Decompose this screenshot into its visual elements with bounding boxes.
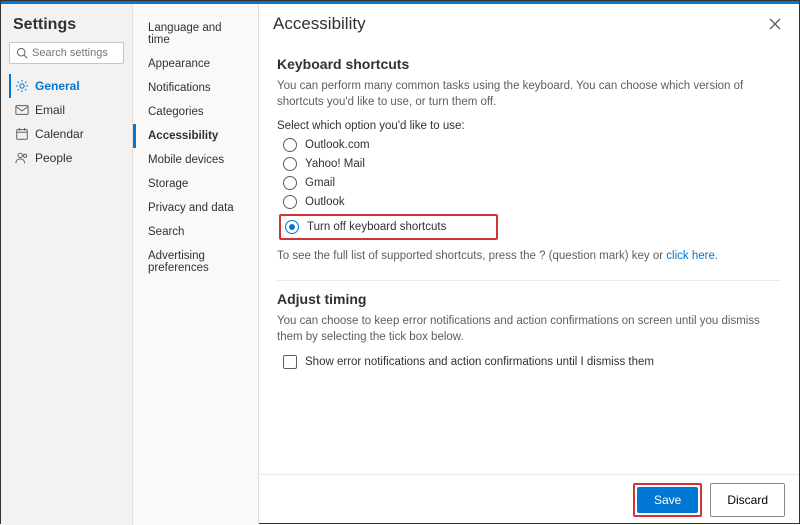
subnav-notifications[interactable]: Notifications (133, 76, 258, 100)
help-pre: To see the full list of supported shortc… (277, 250, 666, 262)
discard-button[interactable]: Discard (710, 483, 785, 517)
subnav-language-time[interactable]: Language and time (133, 16, 258, 52)
nav-people[interactable]: People (9, 146, 124, 170)
close-icon (769, 18, 781, 30)
panel-footer: Save Discard (259, 474, 799, 525)
settings-sidebar-primary: Settings General Email Calendar People (1, 4, 133, 525)
subnav-accessibility[interactable]: Accessibility (133, 124, 258, 148)
radio-icon (283, 157, 297, 171)
help-link[interactable]: click here (666, 250, 715, 262)
subnav-privacy-data[interactable]: Privacy and data (133, 196, 258, 220)
radio-yahoo[interactable]: Yahoo! Mail (283, 157, 781, 171)
radio-outlook-com[interactable]: Outlook.com (283, 138, 781, 152)
subnav-advertising[interactable]: Advertising preferences (133, 244, 258, 280)
radio-turn-off[interactable]: Turn off keyboard shortcuts (285, 220, 446, 234)
settings-title: Settings (13, 16, 124, 34)
subnav-mobile-devices[interactable]: Mobile devices (133, 148, 258, 172)
radio-icon (283, 138, 297, 152)
timing-checkbox-row[interactable]: Show error notifications and action conf… (283, 355, 781, 369)
panel-header: Accessibility (259, 4, 799, 40)
radio-icon (283, 176, 297, 190)
nav-label: General (35, 79, 80, 93)
subnav-search[interactable]: Search (133, 220, 258, 244)
radio-outlook[interactable]: Outlook (283, 195, 781, 209)
shortcuts-desc: You can perform many common tasks using … (277, 78, 781, 110)
shortcuts-select-label: Select which option you'd like to use: (277, 120, 781, 132)
search-icon (16, 47, 28, 59)
nav-general[interactable]: General (9, 74, 124, 98)
subnav-categories[interactable]: Categories (133, 100, 258, 124)
radio-label: Outlook (305, 196, 345, 208)
shortcuts-heading: Keyboard shortcuts (277, 56, 781, 72)
settings-panel: Accessibility Keyboard shortcuts You can… (259, 4, 799, 525)
mail-icon (15, 103, 29, 117)
radio-label: Gmail (305, 177, 335, 189)
settings-container: Settings General Email Calendar People L… (1, 4, 799, 525)
search-settings-input[interactable] (9, 42, 124, 64)
subnav-appearance[interactable]: Appearance (133, 52, 258, 76)
subnav-storage[interactable]: Storage (133, 172, 258, 196)
nav-label: Email (35, 103, 65, 117)
panel-body: Keyboard shortcuts You can perform many … (259, 40, 799, 474)
gear-icon (15, 79, 29, 93)
save-button[interactable]: Save (637, 487, 698, 513)
save-highlight: Save (633, 483, 702, 517)
radio-label: Turn off keyboard shortcuts (307, 221, 446, 233)
timing-desc: You can choose to keep error notificatio… (277, 313, 781, 345)
nav-label: People (35, 151, 72, 165)
help-post: . (715, 250, 718, 262)
close-button[interactable] (765, 14, 785, 34)
checkbox-icon (283, 355, 297, 369)
people-icon (15, 151, 29, 165)
timing-heading: Adjust timing (277, 291, 781, 307)
section-divider (277, 280, 781, 281)
search-field[interactable] (32, 47, 117, 59)
radio-gmail[interactable]: Gmail (283, 176, 781, 190)
radio-label: Yahoo! Mail (305, 158, 365, 170)
nav-calendar[interactable]: Calendar (9, 122, 124, 146)
radio-turn-off-highlight: Turn off keyboard shortcuts (279, 214, 498, 240)
radio-icon (285, 220, 299, 234)
checkbox-label: Show error notifications and action conf… (305, 356, 654, 368)
nav-email[interactable]: Email (9, 98, 124, 122)
settings-sidebar-secondary: Language and time Appearance Notificatio… (133, 4, 259, 525)
shortcuts-help: To see the full list of supported shortc… (277, 250, 781, 262)
radio-icon (283, 195, 297, 209)
calendar-icon (15, 127, 29, 141)
panel-title: Accessibility (273, 14, 366, 34)
radio-label: Outlook.com (305, 139, 370, 151)
nav-label: Calendar (35, 127, 84, 141)
